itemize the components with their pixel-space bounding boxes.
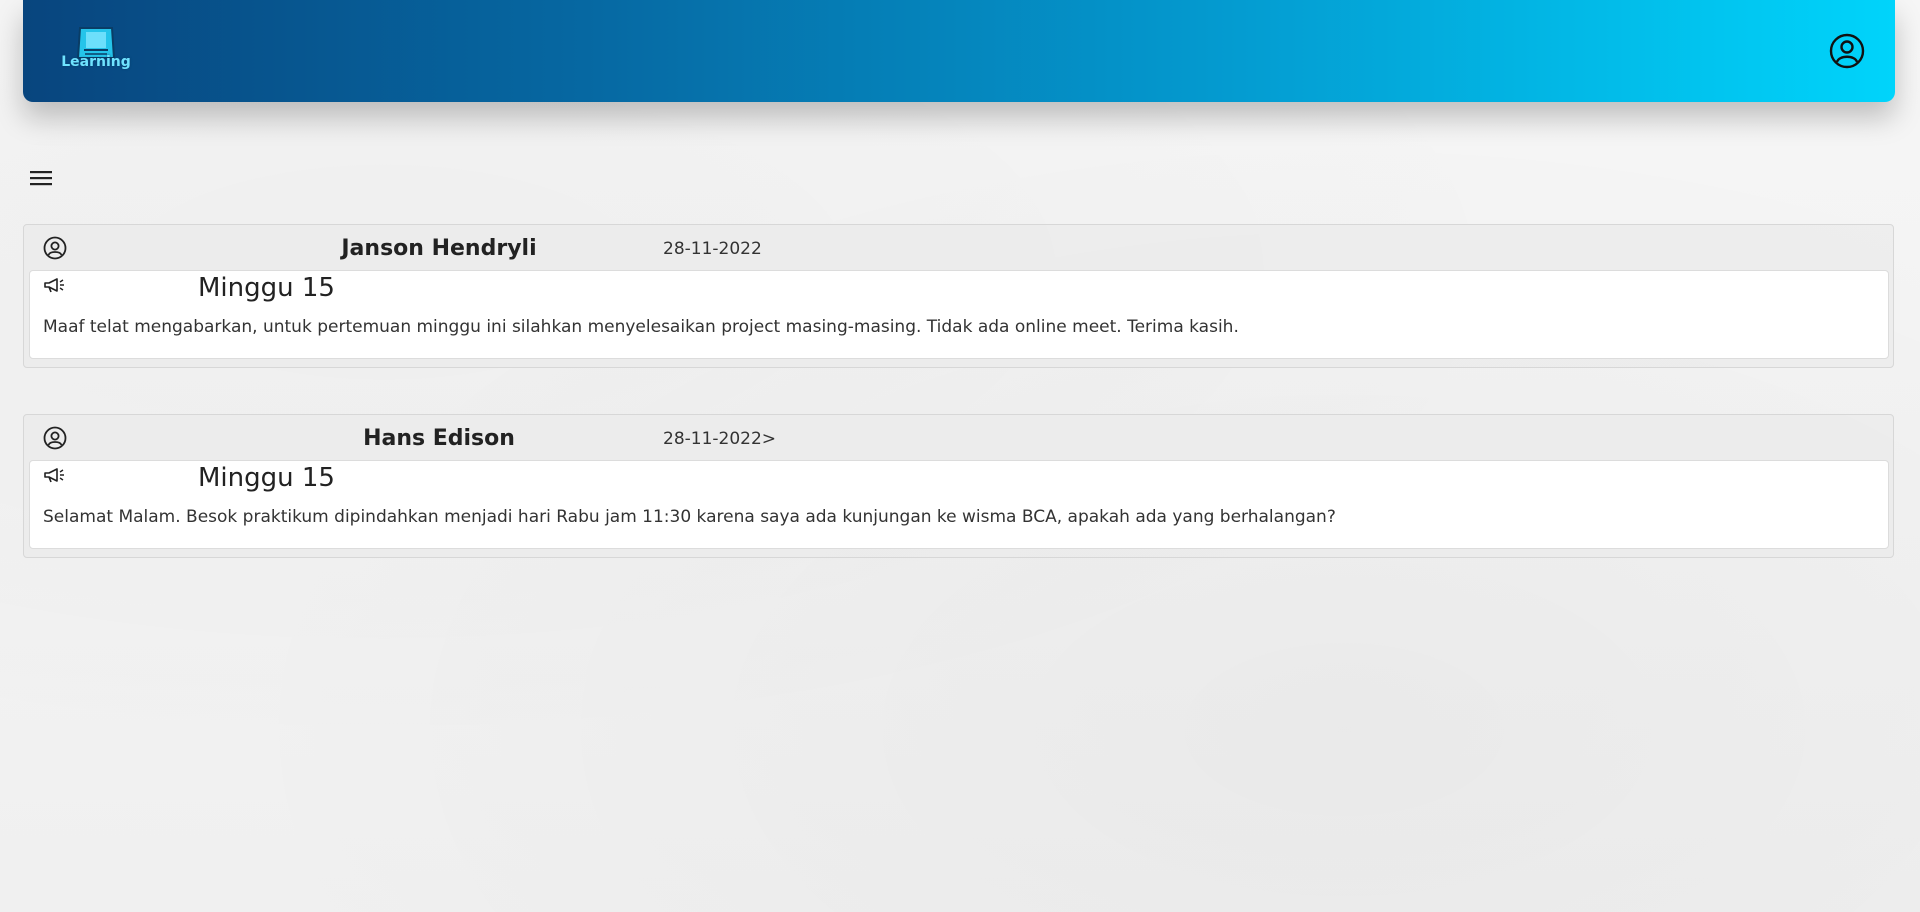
- user-circle-icon: [43, 426, 67, 450]
- card-header: Hans Edison 28-11-2022>: [24, 415, 1893, 460]
- announcement-card: Janson Hendryli 28-11-2022 Minggu 15 Maa…: [23, 224, 1894, 368]
- sidebar-toggle-button[interactable]: [29, 166, 55, 190]
- post-author: Hans Edison: [363, 426, 515, 451]
- card-body: Minggu 15 Selamat Malam. Besok praktikum…: [29, 460, 1889, 549]
- user-circle-icon: [43, 236, 67, 260]
- top-navbar: Learning: [23, 0, 1895, 102]
- post-title: Minggu 15: [198, 273, 335, 303]
- post-author: Janson Hendryli: [341, 236, 537, 261]
- profile-button[interactable]: [1829, 33, 1865, 69]
- post-date: 28-11-2022>: [663, 429, 777, 449]
- hamburger-menu-icon: [30, 171, 52, 186]
- card-header: Janson Hendryli 28-11-2022: [24, 225, 1893, 270]
- megaphone-icon: [44, 278, 64, 293]
- announcement-card: Hans Edison 28-11-2022> Minggu 15 Selama…: [23, 414, 1894, 558]
- post-message: Selamat Malam. Besok praktikum dipindahk…: [43, 507, 1336, 527]
- post-date: 28-11-2022: [663, 239, 762, 259]
- post-message: Maaf telat mengabarkan, untuk pertemuan …: [43, 317, 1239, 337]
- user-circle-icon: [1829, 33, 1865, 69]
- card-body: Minggu 15 Maaf telat mengabarkan, untuk …: [29, 270, 1889, 359]
- app-logo[interactable]: Learning: [56, 24, 136, 76]
- megaphone-icon: [44, 468, 64, 483]
- post-title: Minggu 15: [198, 463, 335, 493]
- logo-text: Learning: [61, 54, 131, 70]
